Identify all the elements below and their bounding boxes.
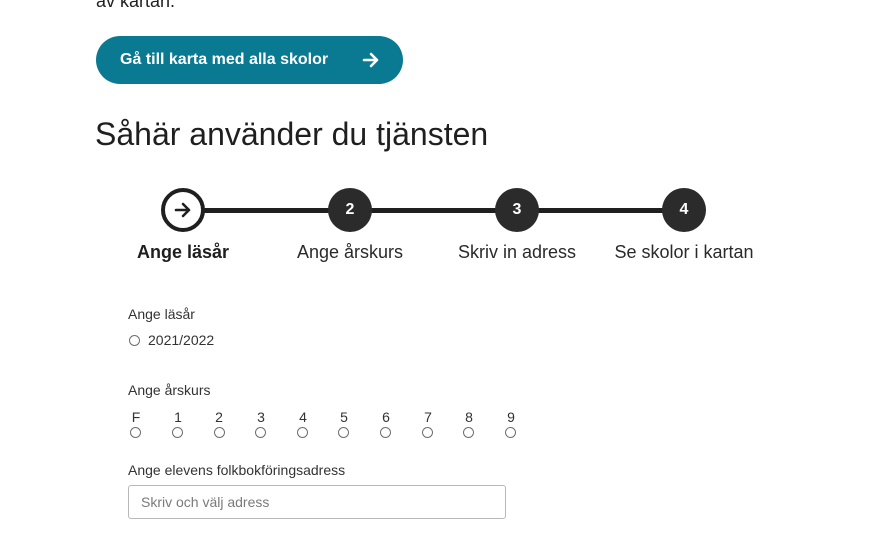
- go-to-map-button-label: Gå till karta med alla skolor: [120, 51, 329, 68]
- grade-option-label: 5: [340, 409, 348, 425]
- school-year-option-label: 2021/2022: [148, 332, 215, 348]
- intro-text-fragment: av kartan.: [96, 0, 176, 11]
- arrow-right-icon: [362, 52, 379, 68]
- address-label: Ange elevens folkbokföringsadress: [128, 462, 346, 478]
- grade-radio-1[interactable]: [172, 427, 183, 438]
- address-input[interactable]: [128, 485, 506, 519]
- grade-option-label: 2: [215, 409, 223, 425]
- grade-radio-2[interactable]: [214, 427, 225, 438]
- section-title: Såhär använder du tjänsten: [95, 116, 489, 152]
- school-year-label: Ange läsår: [128, 306, 195, 322]
- step-4-label: Se skolor i kartan: [614, 242, 754, 262]
- grade-radio-9[interactable]: [505, 427, 516, 438]
- grade-option-label: 9: [507, 409, 515, 425]
- grade-option-label: 6: [382, 409, 390, 425]
- grade-radio-4[interactable]: [297, 427, 308, 438]
- grade-option-label: 8: [465, 409, 473, 425]
- grade-radio-f[interactable]: [130, 427, 141, 438]
- grade-label: Ange årskurs: [128, 382, 211, 398]
- grade-radio-6[interactable]: [380, 427, 391, 438]
- school-year-radio-2021-2022[interactable]: [129, 335, 140, 346]
- grade-radio-3[interactable]: [255, 427, 266, 438]
- go-to-map-button[interactable]: Gå till karta med alla skolor: [96, 36, 403, 84]
- grade-option-label: F: [131, 409, 141, 425]
- grade-radio-7[interactable]: [422, 427, 433, 438]
- grade-option-label: 3: [257, 409, 265, 425]
- step-connector-line: [182, 208, 684, 213]
- step-1-circle: [161, 188, 205, 232]
- grade-option-label: 4: [299, 409, 307, 425]
- arrow-right-icon: [174, 202, 191, 218]
- grade-radio-8[interactable]: [463, 427, 474, 438]
- step-4-number: 4: [662, 188, 706, 232]
- grade-option-label: 1: [174, 409, 182, 425]
- step-2-number: 2: [328, 188, 372, 232]
- step-3-number: 3: [495, 188, 539, 232]
- grade-radio-5[interactable]: [338, 427, 349, 438]
- grade-option-label: 7: [424, 409, 432, 425]
